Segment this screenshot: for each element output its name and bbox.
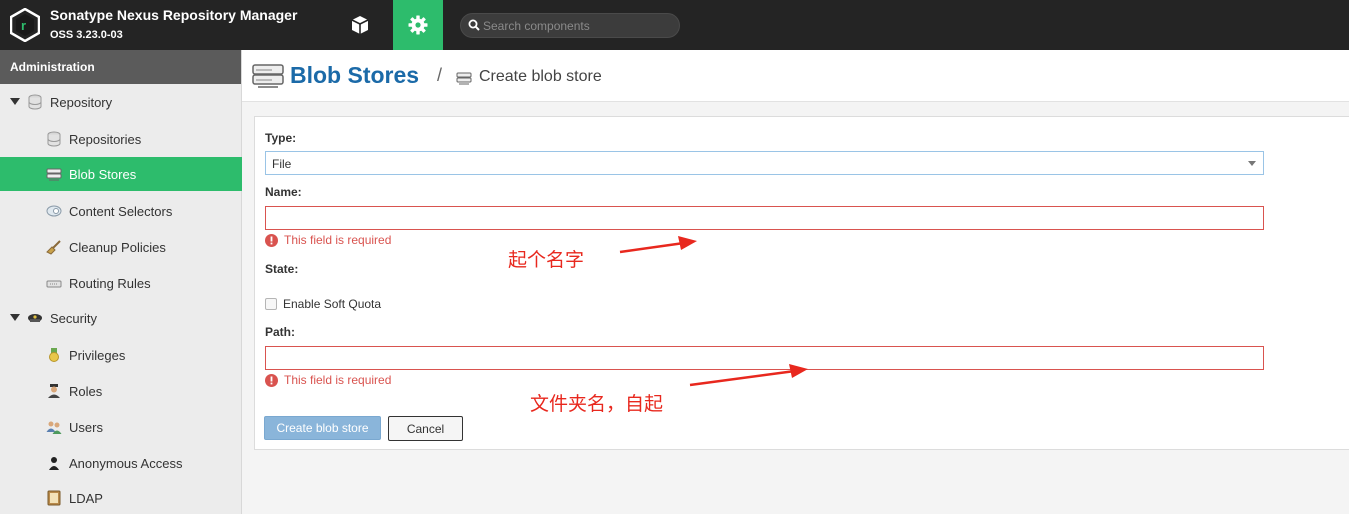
caret-down-icon[interactable] [10,98,20,105]
main-content: Blob Stores / Create blob store Type: Fi… [242,50,1349,514]
nexus-logo-icon[interactable]: r [10,8,40,42]
server-icon [252,64,284,88]
top-bar: r Sonatype Nexus Repository Manager OSS … [0,0,1349,50]
sidebar-item-label: Cleanup Policies [69,239,166,255]
cube-icon [351,16,369,34]
app-version: OSS 3.23.0-03 [50,29,123,41]
chevron-down-icon[interactable] [1248,161,1256,166]
type-select-value: File [272,157,292,171]
name-label: Name: [265,185,302,199]
gear-icon [408,15,428,35]
medal-icon [49,348,59,362]
sidebar-item-label: Anonymous Access [69,455,183,471]
breadcrumb: Blob Stores / Create blob store [242,50,1349,102]
path-annotation: 文件夹名，自起 [530,393,664,415]
sidebar-header: Administration [0,50,241,84]
caret-down-icon[interactable] [10,314,20,321]
sidebar: Administration Repository Repositories B… [0,50,242,514]
name-annotation: 起个名字 [508,249,585,271]
sidebar-item-users[interactable]: Users [0,410,242,444]
sidebar-item-label: Repository [50,94,113,110]
search-icon [468,19,480,31]
browse-button[interactable] [335,0,385,50]
svg-text:r: r [21,18,26,33]
sidebar-item-label: Content Selectors [69,203,173,219]
sidebar-item-label: Roles [69,383,103,399]
sidebar-item-label: Security [50,310,97,326]
server-icon [456,72,472,85]
sidebar-item-roles[interactable]: Roles [0,374,242,408]
checkbox-box[interactable] [265,298,277,310]
name-error-text: This field is required [284,233,392,247]
sidebar-item-repository[interactable]: Repository [0,85,242,119]
create-blob-store-button[interactable]: Create blob store [264,416,381,440]
admin-button[interactable] [393,0,443,50]
path-error: This field is required [265,373,391,387]
database-icon [28,94,42,110]
users-icon [46,421,62,434]
create-blob-store-form: Type: File Name: This field is required … [254,116,1349,450]
breadcrumb-current: Create blob store [479,68,602,85]
name-field[interactable] [265,206,1264,230]
officer-icon [48,384,60,398]
server-icon [46,168,62,181]
search-box[interactable] [460,13,680,38]
state-label: State: [265,262,299,276]
path-field[interactable] [265,346,1264,370]
sidebar-item-routing-rules[interactable]: Routing Rules [0,266,242,300]
type-select[interactable]: File [265,151,1264,175]
sidebar-item-cleanup-policies[interactable]: Cleanup Policies [0,230,242,264]
breadcrumb-separator: / [437,65,443,85]
selector-icon [46,205,62,217]
type-label: Type: [265,131,297,145]
app-title: Sonatype Nexus Repository Manager [50,7,298,23]
sidebar-item-label: Blob Stores [69,166,137,182]
error-icon [265,233,278,247]
path-error-text: This field is required [284,373,392,387]
soft-quota-checkbox[interactable]: Enable Soft Quota [265,297,381,311]
soft-quota-label: Enable Soft Quota [283,297,382,311]
sidebar-item-label: Users [69,419,103,435]
database-icon [47,131,61,147]
user-icon [49,457,59,470]
sidebar-item-ldap[interactable]: LDAP [0,481,242,514]
cancel-button[interactable]: Cancel [388,416,463,441]
broom-icon [46,240,61,255]
sidebar-item-label: Repositories [69,131,142,147]
path-label: Path: [265,325,295,339]
error-icon [265,373,278,387]
search-input[interactable] [483,16,673,35]
sidebar-item-anonymous-access[interactable]: Anonymous Access [0,446,242,480]
name-error: This field is required [265,233,391,247]
router-icon [46,280,62,288]
sidebar-item-label: Privileges [69,347,126,363]
sidebar-item-security[interactable]: Security [0,301,242,335]
breadcrumb-root-link[interactable]: Blob Stores [290,62,419,89]
sidebar-item-label: LDAP [69,490,103,506]
book-icon [47,490,61,506]
police-cap-icon [28,314,42,322]
sidebar-item-label: Routing Rules [69,275,151,291]
sidebar-item-content-selectors[interactable]: Content Selectors [0,194,242,228]
sidebar-item-privileges[interactable]: Privileges [0,338,242,372]
sidebar-item-blob-stores[interactable]: Blob Stores [0,157,242,191]
sidebar-item-repositories[interactable]: Repositories [0,122,242,156]
